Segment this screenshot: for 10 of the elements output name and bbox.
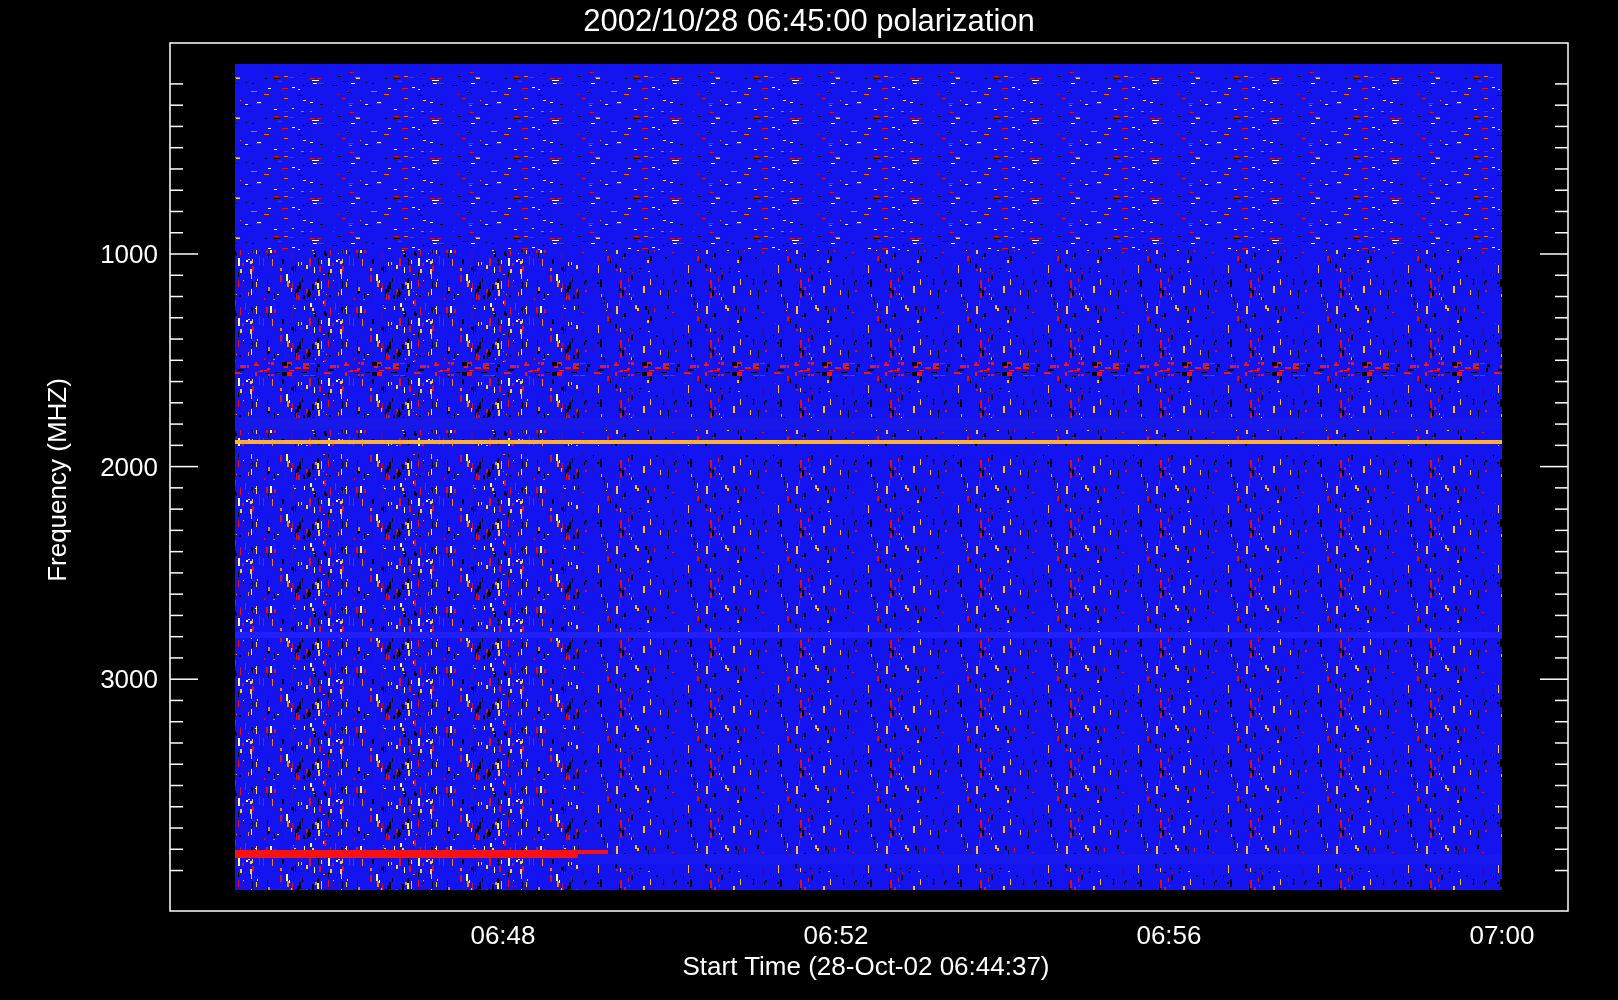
axis-title: Frequency (MHZ) [42,378,72,582]
tick-label: 06:48 [470,920,536,950]
tick-label: 06:56 [1136,920,1202,950]
plot-title: 2002/10/28 06:45:00 polarization [583,3,1035,38]
tick-label: 1000 [100,239,158,269]
tick-label: 06:52 [803,920,869,950]
tick-label: 3000 [100,664,158,695]
tick-label: 07:00 [1469,920,1535,950]
tick-label: 2000 [100,451,158,482]
axis-title: Start Time (28-Oct-02 06:44:37) [682,951,1050,981]
